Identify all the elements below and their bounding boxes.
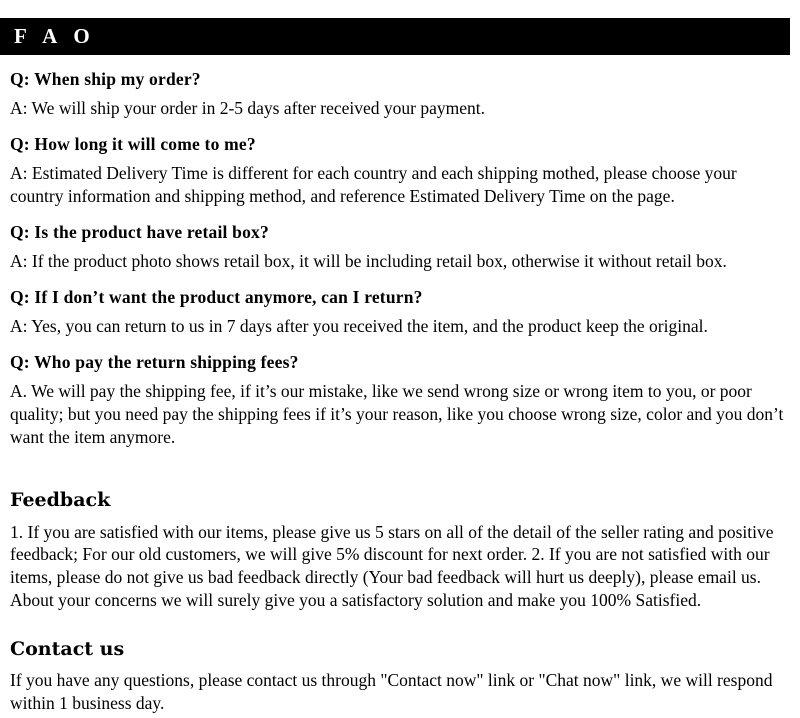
faq-banner-title: F A O (14, 24, 96, 48)
faq-question: Q: When ship my order? (10, 69, 201, 89)
faq-banner: F A O (0, 18, 790, 55)
feedback-section: Feedback 1. If you are satisfied with ou… (10, 489, 786, 612)
faq-item: Q: Is the product have retail box? A: If… (10, 222, 786, 273)
contact-paragraph: If you have any questions, please contac… (10, 670, 773, 714)
contact-heading: Contact us (10, 637, 125, 660)
contact-section: Contact us If you have any questions, pl… (10, 638, 786, 715)
faq-content: Q: When ship my order? A: We will ship y… (0, 69, 800, 715)
faq-answer: A: We will ship your order in 2-5 days a… (10, 98, 486, 119)
faq-item: Q: Who pay the return shipping fees? A. … (10, 352, 786, 449)
faq-question: Q: Who pay the return shipping fees? (10, 352, 299, 373)
faq-item: Q: When ship my order? A: We will ship y… (10, 69, 786, 120)
faq-question: Q: How long it will come to me? (10, 134, 256, 155)
faq-item: Q: How long it will come to me? A: Estim… (10, 134, 786, 208)
faq-answer: A: Estimated Delivery Time is different … (10, 163, 737, 207)
faq-question: Q: Is the product have retail box? (10, 221, 269, 242)
faq-answer: A: If the product photo shows retail box… (10, 251, 727, 272)
faq-page: F A O Q: When ship my order? A: We will … (0, 18, 800, 718)
faq-question: Q: If I don’t want the product anymore, … (10, 287, 423, 308)
feedback-paragraph: 1. If you are satisfied with our items, … (10, 521, 774, 610)
faq-answer: A. We will pay the shipping fee, if it’s… (10, 381, 784, 447)
faq-item: Q: If I don’t want the product anymore, … (10, 287, 786, 338)
faq-answer: A: Yes, you can return to us in 7 days a… (10, 316, 708, 337)
feedback-heading: Feedback (10, 488, 111, 511)
